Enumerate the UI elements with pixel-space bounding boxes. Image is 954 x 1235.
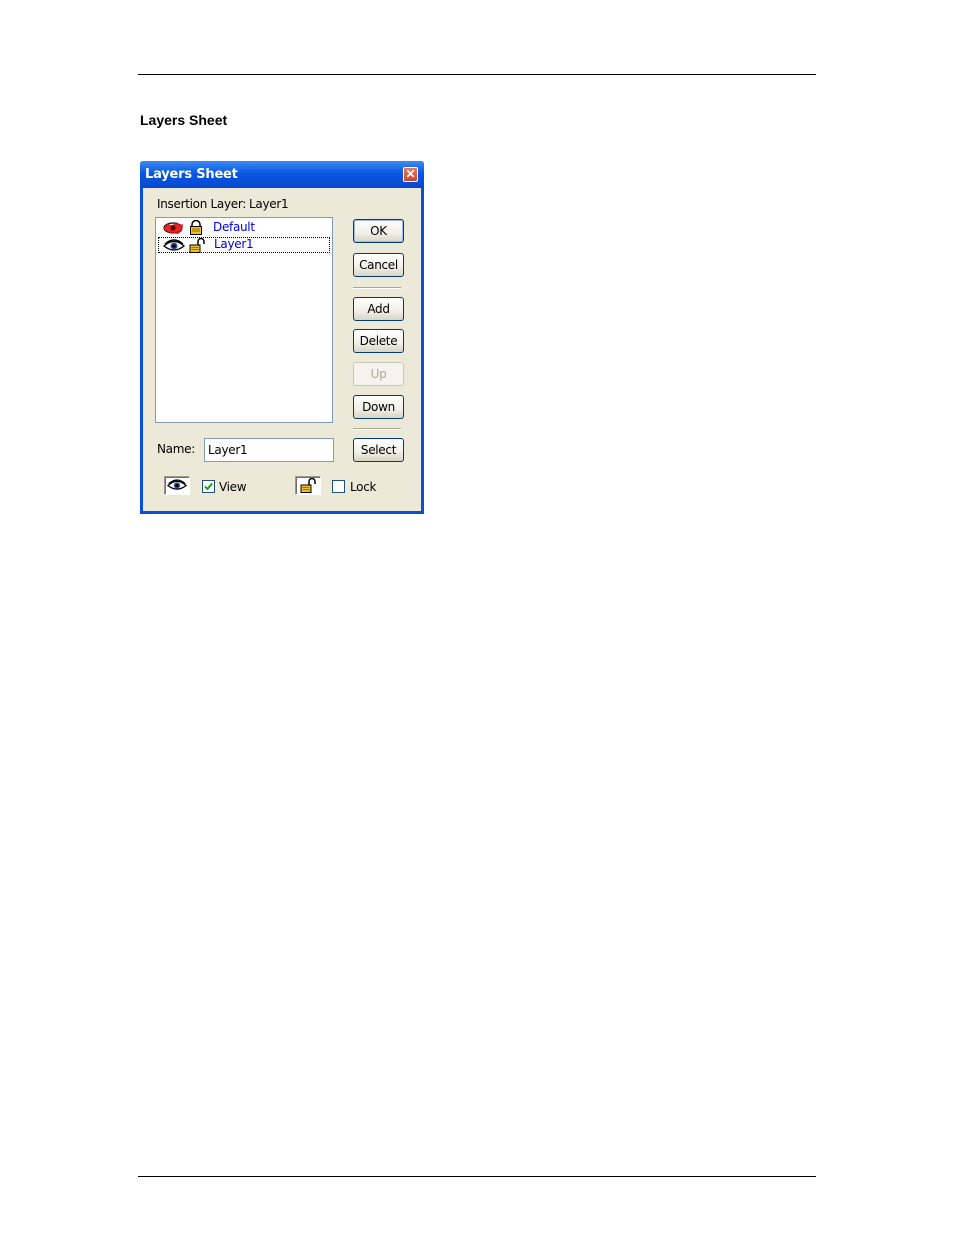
visible-eye-icon[interactable] [163,239,185,253]
locked-icon[interactable] [188,220,204,235]
delete-button[interactable]: Delete [353,329,404,353]
unlocked-icon[interactable] [189,238,205,253]
up-button[interactable]: Up [353,362,404,386]
button-separator [353,287,401,289]
lock-label[interactable]: Lock [350,480,376,494]
document-heading: Layers Sheet [140,112,228,128]
close-icon[interactable]: ✕ [403,167,418,182]
layer-name-input[interactable] [204,438,334,462]
header-rule [138,74,816,75]
unlocked-icon [300,478,316,493]
name-label: Name: [157,442,195,456]
dialog-title: Layers Sheet [145,167,238,182]
footer-rule [138,1176,816,1177]
select-button[interactable]: Select [353,438,404,462]
add-button[interactable]: Add [353,297,404,321]
layer-row-layer1[interactable]: Layer1 [158,237,330,253]
eye-icon [167,479,187,490]
view-label[interactable]: View [219,480,247,494]
layer-row-default[interactable]: Default [158,220,330,236]
dialog-client-area: Insertion Layer: Layer1 Default Layer1 O… [143,188,421,511]
insertion-layer-value: Layer1 [249,197,289,211]
view-icon-frame [164,476,190,495]
ok-button[interactable]: OK [353,219,404,243]
checkmark-icon [204,482,213,491]
insertion-layer-label: Insertion Layer: [157,197,247,211]
button-separator [353,428,401,430]
hidden-eye-icon[interactable] [162,221,184,235]
lock-checkbox[interactable] [332,480,345,493]
layer-name: Layer1 [214,237,254,251]
layer-name: Default [213,220,255,234]
title-bar[interactable]: Layers Sheet ✕ [140,161,424,188]
lock-icon-frame [295,476,321,495]
layers-sheet-dialog: Layers Sheet ✕ Insertion Layer: Layer1 D… [140,161,424,514]
view-checkbox[interactable] [202,480,215,493]
cancel-button[interactable]: Cancel [353,253,404,277]
down-button[interactable]: Down [353,395,404,419]
layer-list[interactable]: Default Layer1 [155,217,333,423]
